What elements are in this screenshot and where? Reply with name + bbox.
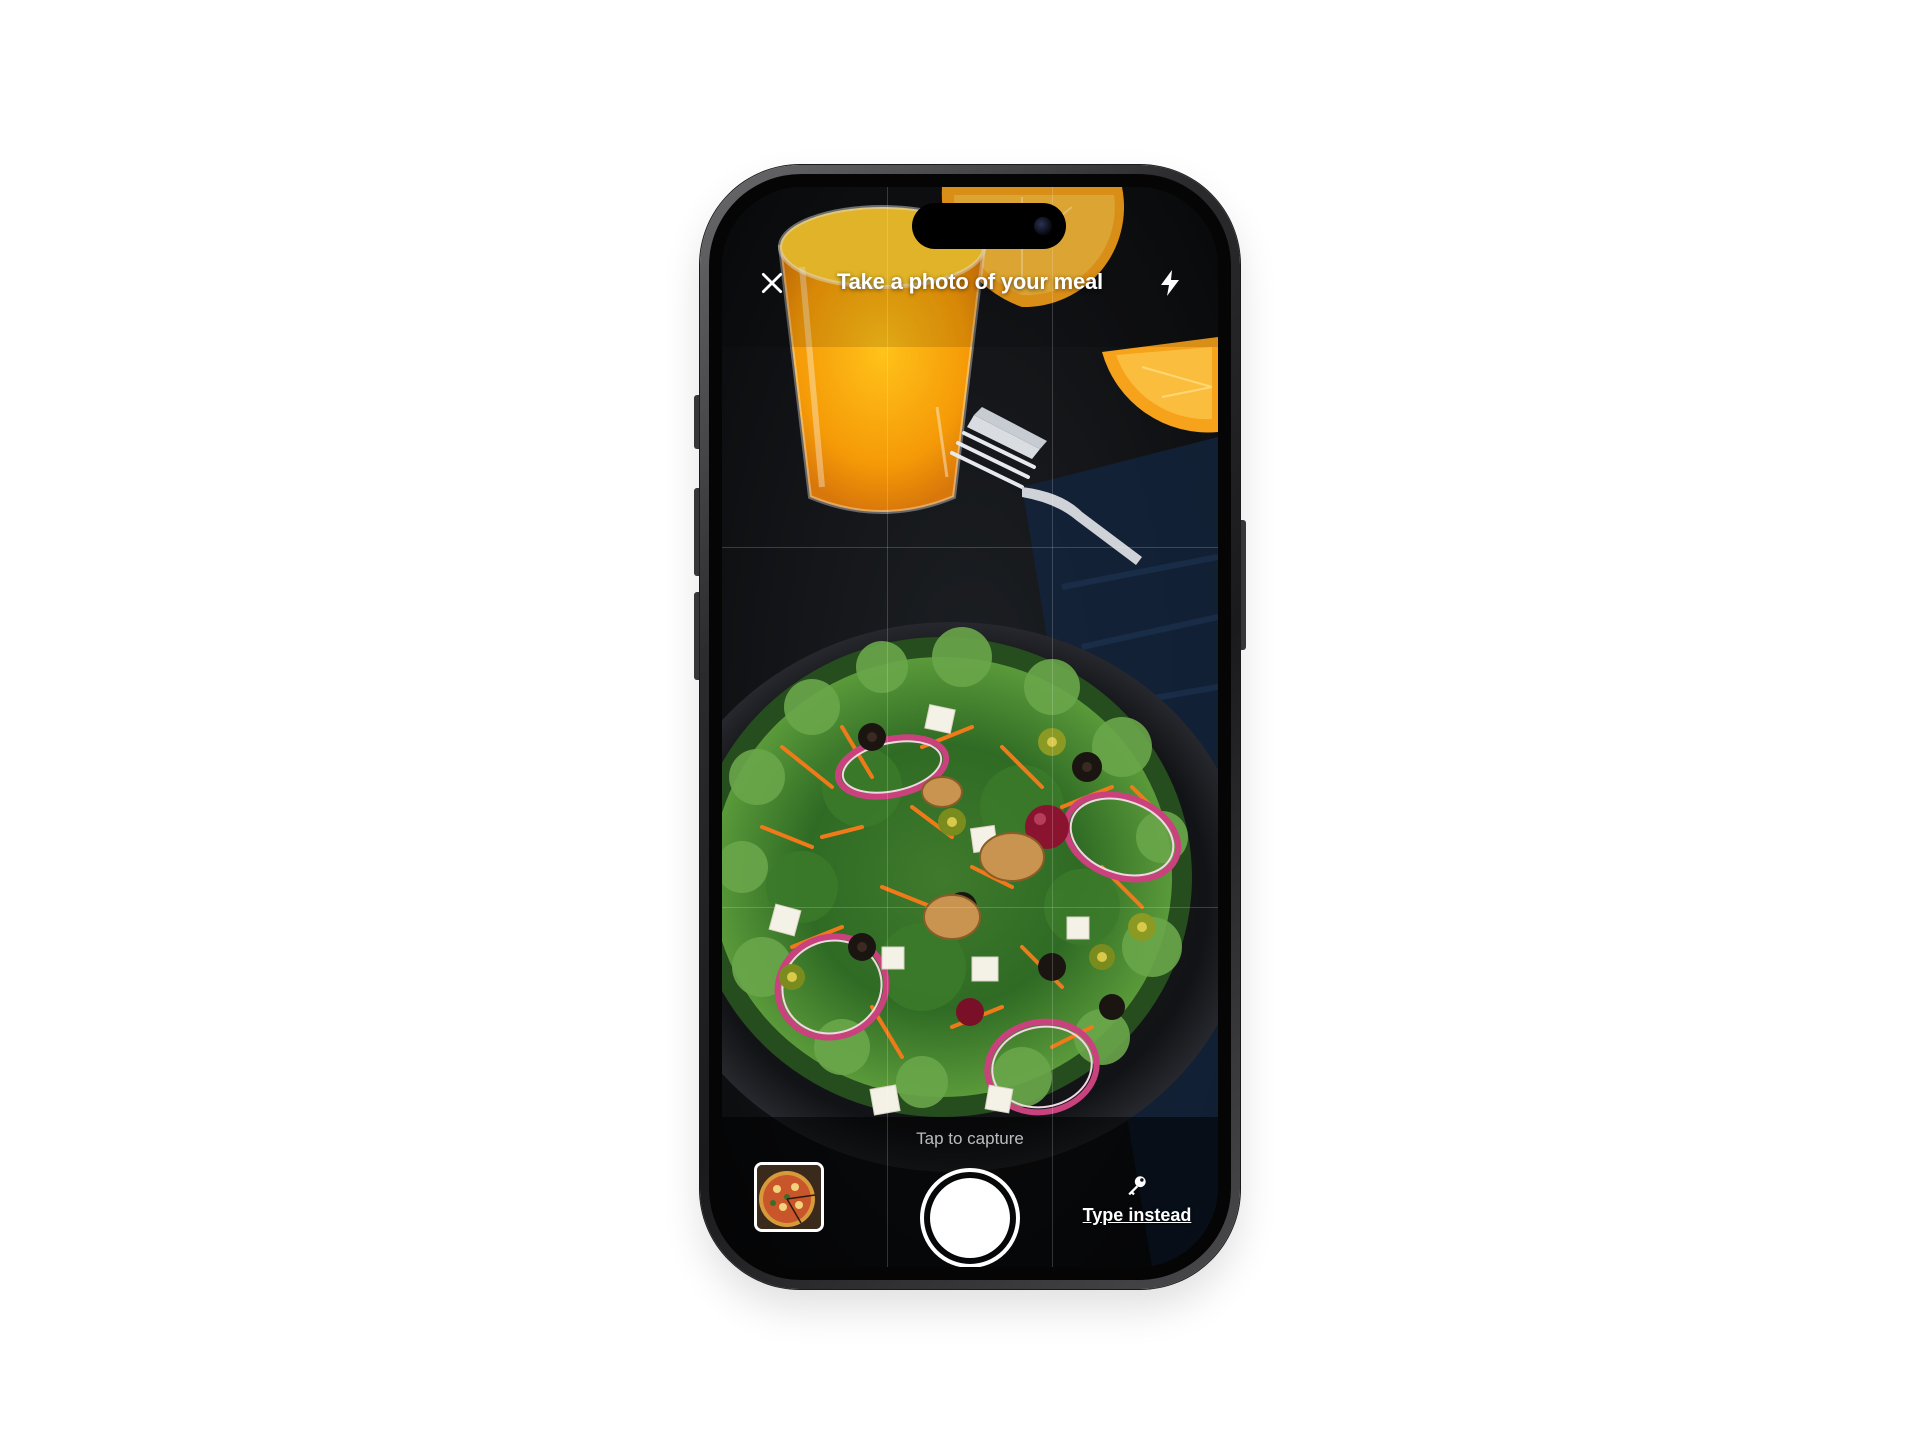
capture-hint: Tap to capture <box>916 1129 1024 1148</box>
grid-line-v1 <box>887 187 888 1267</box>
viewfinder-preview <box>722 187 1218 1267</box>
phone-frame: Take a photo of your meal Tap to capture <box>700 165 1240 1289</box>
type-instead-label: Type instead <box>1082 1205 1192 1225</box>
shutter-button[interactable] <box>920 1168 1020 1267</box>
flash-icon <box>1161 270 1179 296</box>
dynamic-island <box>912 203 1066 249</box>
close-icon <box>761 272 783 294</box>
pizza-thumbnail <box>757 1165 821 1229</box>
grid-line-h2 <box>722 907 1218 908</box>
camera-top-bar: Take a photo of your meal <box>722 257 1218 309</box>
front-camera-icon <box>1034 217 1052 235</box>
type-instead-button[interactable]: Type instead <box>1077 1173 1197 1237</box>
page-title: Take a photo of your meal <box>837 269 1103 294</box>
key-icon <box>1128 1176 1146 1196</box>
camera-screen: Take a photo of your meal Tap to capture <box>722 187 1218 1267</box>
flash-button[interactable] <box>1152 265 1188 301</box>
shutter-inner <box>930 1178 1010 1258</box>
gallery-thumbnail-button[interactable] <box>754 1162 824 1232</box>
grid-line-h1 <box>722 547 1218 548</box>
grid-line-v2 <box>1052 187 1053 1267</box>
close-button[interactable] <box>754 265 790 301</box>
canvas: Take a photo of your meal Tap to capture <box>0 0 1920 1440</box>
